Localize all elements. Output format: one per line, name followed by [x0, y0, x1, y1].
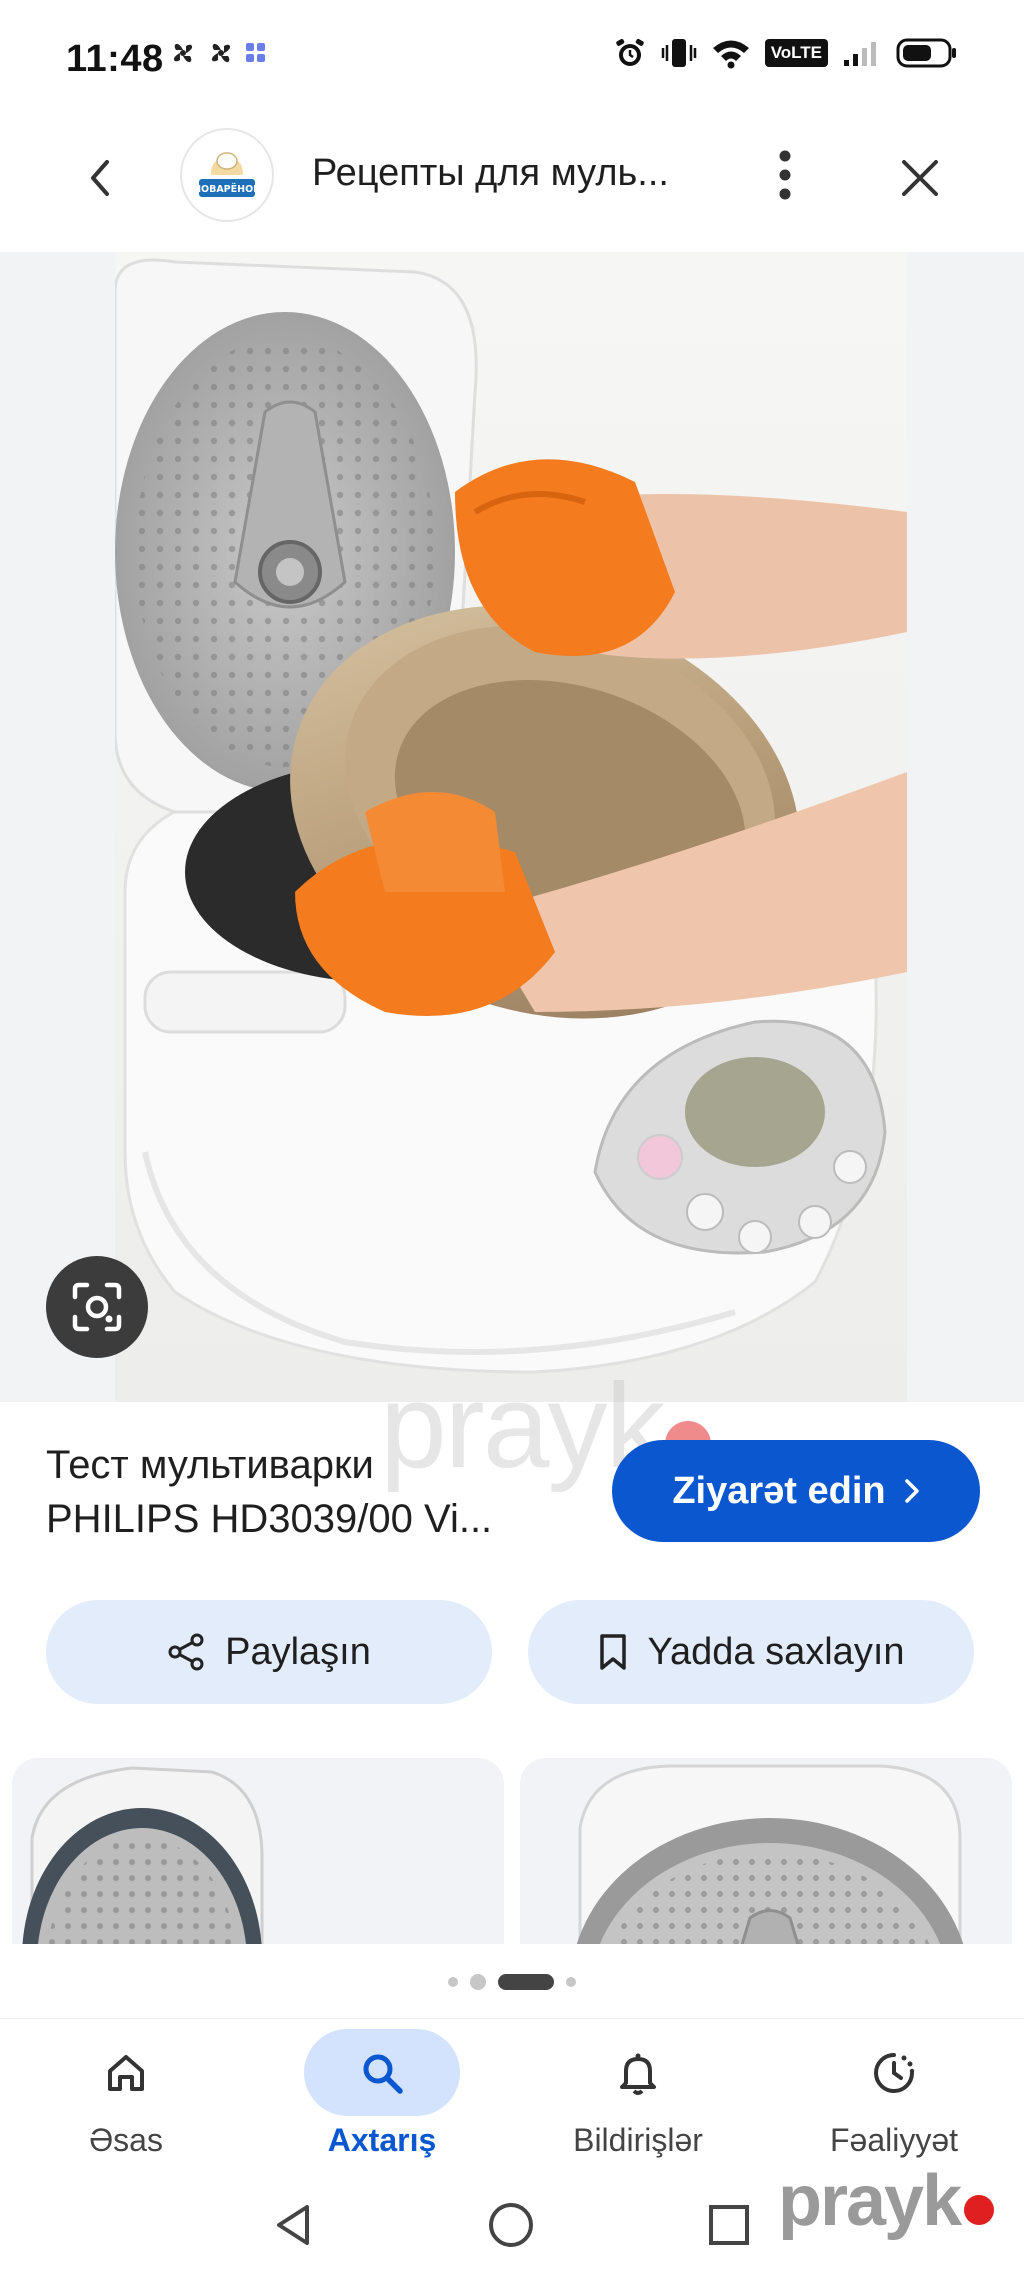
- main-image[interactable]: [115, 252, 907, 1402]
- status-bar: 11:48 VoLTE: [0, 0, 1024, 120]
- pagination-dots: [0, 1972, 1024, 1992]
- pager-dot: [470, 1974, 486, 1990]
- chevron-left-icon: [91, 160, 109, 196]
- home-icon: [108, 2054, 144, 2091]
- bookmark-icon: [600, 1634, 627, 1670]
- corner-watermark-dot: [964, 2195, 995, 2225]
- multicooker-photo: [115, 258, 907, 1374]
- search-icon: [363, 2054, 403, 2094]
- activity-icon: [874, 2052, 915, 2093]
- battery-icon: [896, 38, 956, 68]
- nav-item-home[interactable]: Əsas: [16, 2029, 236, 2159]
- share-label: Paylaşın: [225, 1630, 371, 1673]
- signal-icon: [844, 42, 876, 66]
- nav-item-notifications[interactable]: Bildirişlər: [528, 2029, 748, 2159]
- result-title-line2: PHILIPS HD3039/00 Vi...: [46, 1497, 493, 1541]
- vibrate-icon: [661, 39, 696, 67]
- close-button[interactable]: [890, 148, 950, 208]
- site-logo-image: ПОВАРЁНОК: [189, 137, 265, 213]
- lens-icon: [72, 1282, 122, 1332]
- more-vertical-icon: [779, 150, 791, 200]
- visit-button[interactable]: Ziyarət edin: [612, 1440, 980, 1542]
- share-icon: [168, 1633, 204, 1671]
- nav-icon-container: [816, 2029, 972, 2116]
- visit-button-label: Ziyarət edin: [672, 1469, 886, 1512]
- nav-item-search[interactable]: Axtarış: [272, 2029, 492, 2159]
- status-system-icons: VoLTE: [613, 36, 958, 70]
- pager-dot-active: [498, 1974, 554, 1990]
- save-label: Yadda saxlayın: [647, 1630, 905, 1673]
- app-grid-icon: [246, 43, 265, 62]
- back-button[interactable]: [70, 148, 130, 208]
- alarm-icon: [615, 39, 644, 66]
- nav-label-home: Əsas: [89, 2122, 163, 2158]
- nav-label-notifications: Bildirişlər: [573, 2122, 703, 2158]
- bell-icon: [620, 2053, 656, 2095]
- system-home-button[interactable]: [476, 2190, 546, 2260]
- more-options-button[interactable]: [760, 145, 810, 205]
- system-back-button[interactable]: [258, 2190, 328, 2260]
- thumbnail-image: [520, 1758, 1012, 1944]
- nav-label-activity: Fəaliyyət: [829, 2122, 959, 2158]
- pager-dot: [448, 1977, 458, 1987]
- wifi-icon: [712, 40, 749, 69]
- site-logo[interactable]: ПОВАРЁНОК: [180, 128, 274, 222]
- related-thumbnail[interactable]: [12, 1758, 504, 1944]
- bottom-navigation: Əsas Axtarış Bildirişlər Fəaliyyət: [0, 2018, 1024, 2158]
- system-recents-button[interactable]: [694, 2190, 764, 2260]
- corner-watermark: prayk: [778, 2160, 995, 2242]
- image-viewer[interactable]: prayk: [0, 252, 1024, 1493]
- nav-icon-container: [560, 2029, 716, 2116]
- pager-dot: [566, 1977, 576, 1987]
- nav-item-activity[interactable]: Fəaliyyət: [784, 2029, 1004, 2159]
- status-time: 11:48: [66, 38, 164, 80]
- volte-badge: VoLTE: [764, 39, 828, 67]
- corner-watermark-text: prayk: [778, 2161, 962, 2241]
- google-lens-button[interactable]: [46, 1256, 148, 1358]
- page-title: Рецепты для муль...: [312, 152, 669, 194]
- square-recents-icon: [709, 2205, 749, 2245]
- fan-icon: [211, 43, 231, 63]
- triangle-back-icon: [277, 2205, 309, 2245]
- related-thumbnail[interactable]: [520, 1758, 1012, 1944]
- related-images: [0, 1758, 1024, 1944]
- nav-icon-container: [304, 2029, 460, 2116]
- nav-label-search: Axtarış: [327, 2122, 437, 2158]
- svg-text:ПОВАРЁНОК: ПОВАРЁНОК: [193, 184, 261, 195]
- fan-icon: [173, 43, 193, 63]
- share-button[interactable]: Paylaşın: [46, 1600, 492, 1704]
- result-title-line1: Тест мультиварки: [46, 1443, 374, 1487]
- circle-home-icon: [489, 2203, 533, 2247]
- result-title[interactable]: Тест мультиварки PHILIPS HD3039/00 Vi...: [46, 1438, 566, 1546]
- chevron-right-icon: [904, 1479, 919, 1503]
- nav-icon-container: [48, 2029, 204, 2116]
- status-notification-icons: [168, 38, 268, 68]
- thumbnail-image: [12, 1758, 504, 1944]
- save-button[interactable]: Yadda saxlayın: [528, 1600, 974, 1704]
- close-icon: [902, 160, 938, 196]
